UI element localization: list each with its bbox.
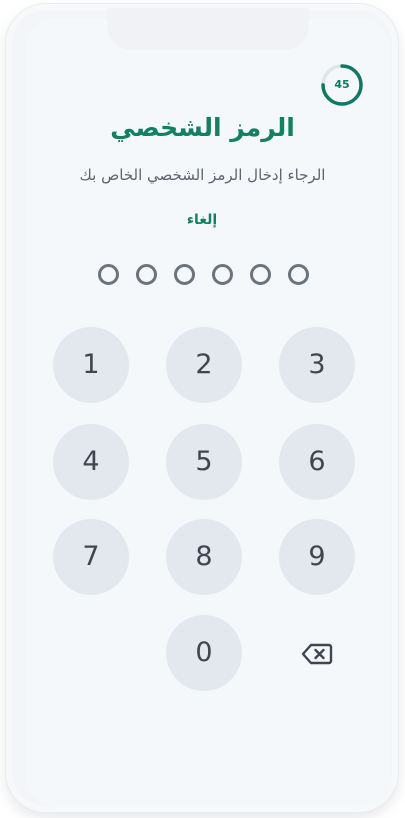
cancel-link[interactable]: إلغاء [152,212,252,228]
key-4[interactable]: 4 [53,424,129,500]
key-8[interactable]: 8 [166,519,242,595]
delete-button[interactable] [279,615,355,691]
key-1[interactable]: 1 [53,327,129,403]
key-3[interactable]: 3 [279,327,355,403]
pin-dot [136,264,157,285]
key-9[interactable]: 9 [279,519,355,595]
countdown-timer: 45 [319,62,365,108]
pin-dot [250,264,271,285]
key-7[interactable]: 7 [53,519,129,595]
pin-dot [212,264,233,285]
pin-dot [98,264,119,285]
key-6[interactable]: 6 [279,424,355,500]
instruction-text: الرجاء إدخال الرمز الشخصي الخاص بك [79,166,326,184]
key-0[interactable]: 0 [166,615,242,691]
pin-indicator [98,264,314,288]
backspace-icon [301,643,333,665]
pin-dot [288,264,309,285]
key-2[interactable]: 2 [166,327,242,403]
key-5[interactable]: 5 [166,424,242,500]
pin-dot [174,264,195,285]
notch [108,8,308,48]
page-title: الرمز الشخصي [110,113,295,142]
timer-seconds: 45 [334,78,350,91]
